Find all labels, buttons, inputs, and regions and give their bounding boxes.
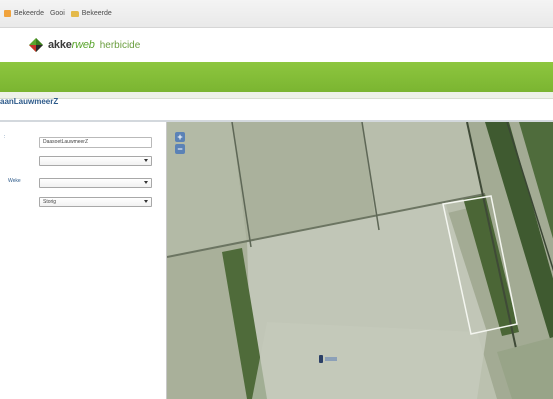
- app-subtitle: herbicide: [99, 39, 141, 51]
- browser-bookmarks-bar: Bekeerde Gooi Bekeerde: [0, 0, 553, 28]
- form-panel: : DaasoetLauwmeerZ Weke Storig: [0, 122, 165, 399]
- bookmark-label: Bekeerde: [14, 10, 44, 17]
- logo-icon: [28, 37, 44, 53]
- app-header: akkerweb herbicide: [0, 28, 553, 62]
- chevron-down-icon: [144, 200, 148, 203]
- bookmark-item[interactable]: Gooi: [50, 10, 65, 17]
- select-3-value: Storig: [43, 199, 57, 205]
- logo-text-green: rweb: [71, 39, 95, 51]
- marker-label-bar: [325, 357, 337, 361]
- select-1[interactable]: [39, 156, 152, 166]
- bookmark-label: Gooi: [49, 10, 65, 17]
- zoom-in-button[interactable]: +: [175, 132, 185, 142]
- field-marker: :: [4, 134, 6, 140]
- logo-text-dark: akke: [48, 39, 72, 51]
- nav-band-shadow: [0, 92, 553, 99]
- select-3[interactable]: Storig: [39, 197, 152, 207]
- marker-icon: [319, 355, 323, 363]
- bookmark-icon: [4, 10, 11, 17]
- chevron-down-icon: [144, 159, 148, 162]
- zoom-out-button[interactable]: −: [175, 144, 185, 154]
- map-imagery: [167, 122, 553, 399]
- satellite-map[interactable]: + −: [166, 122, 553, 399]
- map-marker[interactable]: [319, 355, 337, 363]
- bookmark-item[interactable]: Bekeerde: [4, 10, 44, 17]
- nav-band: [0, 62, 553, 92]
- bookmark-label: Bekeerde: [81, 10, 112, 17]
- select-2[interactable]: [39, 178, 152, 188]
- chevron-down-icon: [144, 181, 148, 184]
- page-title: aanLauwmeerZ: [0, 97, 59, 106]
- app-root: Bekeerde Gooi Bekeerde akkerweb herbicid…: [0, 0, 553, 399]
- bookmark-folder[interactable]: Bekeerde: [70, 10, 112, 17]
- logo-text[interactable]: akkerweb: [48, 39, 95, 51]
- select-2-label: Weke: [8, 178, 21, 184]
- field-name-input[interactable]: DaasoetLauwmeerZ: [39, 137, 152, 148]
- folder-icon: [70, 10, 79, 17]
